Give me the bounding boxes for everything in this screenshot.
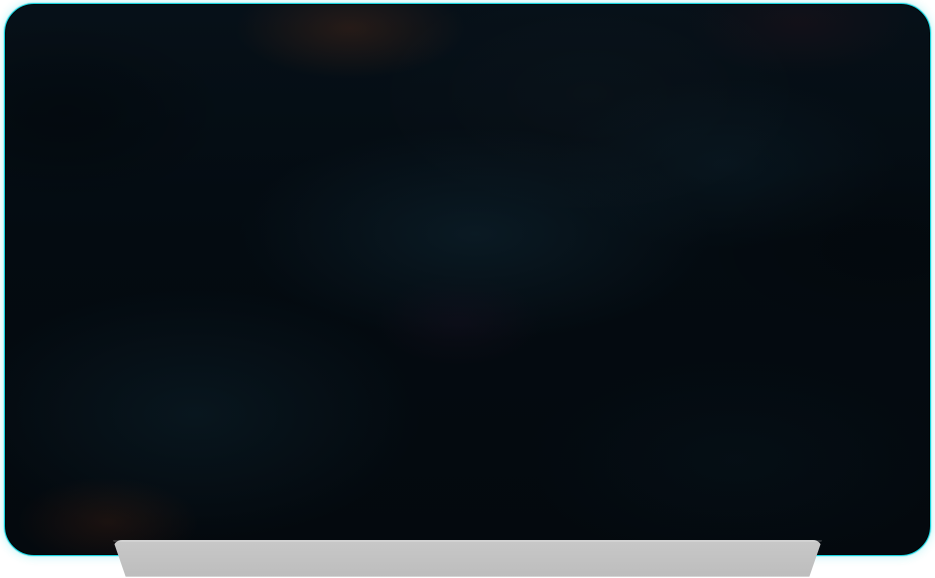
desktop-screen — [4, 3, 931, 556]
dock-bar — [113, 540, 822, 577]
